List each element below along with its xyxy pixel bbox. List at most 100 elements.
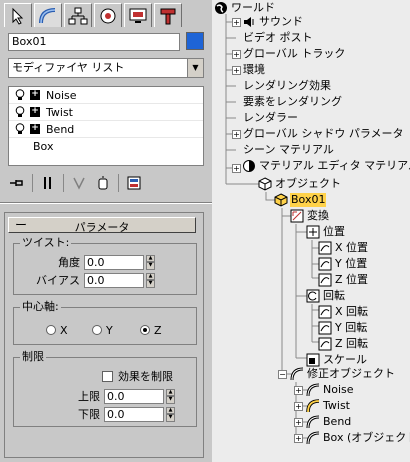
tree-node-x-position[interactable]: X 位置: [318, 240, 369, 256]
tree-node-render-elements[interactable]: 要素をレンダリング: [242, 94, 343, 110]
tree-node-bend[interactable]: Bend: [306, 414, 352, 430]
tree-node-environment[interactable]: 環境: [242, 62, 266, 78]
parameters-rollout: ー パラメータ ツイスト: 角度 0.0 ▲ ▼ バイアス 0.0 ▲ ▼ 中心軸:…: [4, 212, 204, 458]
tree-node-objects[interactable]: オブジェクト: [258, 176, 342, 192]
angle-spinner[interactable]: ▲ ▼: [146, 254, 155, 270]
tree-node-transform[interactable]: 変換: [290, 208, 330, 224]
upper-limit-input[interactable]: 0.0: [104, 388, 164, 404]
modifier-arc-icon: [306, 415, 320, 429]
tree-node-z-rotation[interactable]: Z 回転: [318, 336, 369, 352]
tab-modify[interactable]: [34, 3, 62, 27]
box-object-icon: [274, 193, 288, 207]
radio-x[interactable]: [46, 325, 56, 335]
expand-noise[interactable]: +: [294, 386, 303, 395]
tree-node-rotation[interactable]: 回転: [306, 288, 346, 304]
expand-environment[interactable]: +: [232, 66, 241, 75]
tree-node-scene-materials[interactable]: シーン マテリアル: [242, 142, 335, 158]
bias-spinner[interactable]: ▲ ▼: [146, 272, 155, 288]
rotation-icon: [306, 289, 320, 303]
axis-y-option[interactable]: Y: [92, 322, 113, 338]
configure-modifier-sets-icon[interactable]: [125, 174, 143, 192]
stack-item-bend[interactable]: + Bend: [9, 121, 203, 138]
tree-node-medit-materials[interactable]: マテリアル エディタ マテリアル: [242, 158, 410, 174]
tree-node-y-position[interactable]: Y 位置: [318, 256, 368, 272]
lower-limit-spinner[interactable]: ▲ ▼: [166, 406, 175, 422]
pin-stack-icon[interactable]: [8, 174, 26, 192]
limit-effect-option[interactable]: 効果を制限: [102, 368, 173, 384]
radio-y[interactable]: [92, 325, 102, 335]
tree-node-box-object[interactable]: Box (オブジェクト): [306, 430, 410, 446]
stack-item-base[interactable]: Box: [9, 138, 203, 156]
modifier-list-dropdown[interactable]: モディファイヤ リスト ▼: [8, 58, 204, 78]
lightbulb-icon[interactable]: [15, 123, 25, 135]
lower-limit-input[interactable]: 0.0: [104, 406, 164, 422]
toolbar-divider: [63, 174, 64, 192]
lightbulb-icon[interactable]: [15, 89, 25, 101]
expand-twist[interactable]: +: [294, 402, 303, 411]
tree-node-position[interactable]: 位置: [306, 224, 346, 240]
axis-z-option[interactable]: Z: [140, 322, 162, 338]
limits-group: 制限 効果を制限 上限 0.0 ▲ ▼ 下限 0.0 ▲ ▼: [13, 351, 197, 427]
tab-create[interactable]: [4, 3, 32, 27]
tree-node-sound[interactable]: サウンド: [242, 14, 304, 30]
globe-icon: [214, 1, 228, 15]
expand-plus-icon[interactable]: +: [30, 107, 40, 117]
tab-motion[interactable]: [94, 3, 122, 27]
tree-node-global-shadow[interactable]: グローバル シャドウ パラメータ: [242, 126, 405, 142]
tree-node-render-effects[interactable]: レンダリング効果: [242, 78, 332, 94]
angle-row: 角度 0.0 ▲ ▼: [18, 254, 155, 270]
tree-node-y-rotation[interactable]: Y 回転: [318, 320, 368, 336]
tree-node-z-position[interactable]: Z 位置: [318, 272, 369, 288]
angle-label: 角度: [58, 256, 80, 269]
tree-node-box01[interactable]: Box01: [274, 192, 327, 208]
tab-hierarchy[interactable]: [64, 3, 92, 27]
toolbar-divider: [32, 174, 33, 192]
expand-plus-icon[interactable]: +: [30, 90, 40, 100]
chevron-down-icon[interactable]: ▼: [187, 59, 203, 77]
limit-effect-checkbox[interactable]: [102, 370, 113, 382]
tab-display[interactable]: [124, 3, 152, 27]
axis-z-label: Z: [154, 323, 162, 337]
lower-limit-label: 下限: [78, 408, 100, 421]
axis-group-label: 中心軸:: [20, 300, 61, 313]
upper-limit-spinner[interactable]: ▲ ▼: [166, 388, 175, 404]
expand-box-object[interactable]: +: [294, 434, 303, 443]
remove-modifier-icon[interactable]: [94, 174, 112, 192]
object-color-swatch[interactable]: [186, 32, 204, 50]
tab-utilities[interactable]: [154, 3, 182, 27]
stack-item-noise[interactable]: + Noise: [9, 87, 203, 104]
object-cube-icon: [258, 177, 272, 191]
curve-track-icon: [318, 257, 332, 271]
panel-divider: [0, 202, 212, 204]
command-panel-tabs: [4, 3, 184, 27]
angle-input[interactable]: 0.0: [84, 254, 144, 270]
expand-global-tracks[interactable]: +: [232, 50, 241, 59]
tree-node-twist[interactable]: Twist: [306, 398, 351, 414]
make-unique-icon[interactable]: [70, 174, 88, 192]
expand-bend[interactable]: +: [294, 418, 303, 427]
expand-global-shadow[interactable]: +: [232, 130, 241, 139]
lightbulb-icon[interactable]: [15, 106, 25, 118]
expand-medit-materials[interactable]: +: [232, 164, 241, 173]
axis-x-option[interactable]: X: [46, 322, 68, 338]
axis-x-label: X: [60, 323, 68, 337]
collapse-modified-object[interactable]: −: [278, 370, 287, 379]
tree-node-renderer[interactable]: レンダラー: [242, 110, 299, 126]
tree-node-video-post[interactable]: ビデオ ポスト: [242, 30, 314, 46]
show-end-result-icon[interactable]: [39, 174, 57, 192]
tree-node-x-rotation[interactable]: X 回転: [318, 304, 369, 320]
axis-group: 中心軸: X Y Z: [13, 301, 197, 345]
bias-input[interactable]: 0.0: [84, 272, 144, 288]
tree-node-modified-object[interactable]: 修正オブジェクト: [290, 366, 396, 382]
hierarchy-icon: [68, 7, 88, 24]
tree-node-noise[interactable]: Noise: [306, 382, 355, 398]
radio-z[interactable]: [140, 325, 150, 335]
curve-track-icon: [318, 273, 332, 287]
twist-group-label: ツイスト:: [20, 236, 72, 249]
stack-item-twist[interactable]: + Twist: [9, 104, 203, 121]
expand-sound[interactable]: +: [232, 18, 241, 27]
object-name-field[interactable]: Box01: [8, 33, 180, 51]
rollout-header[interactable]: ー パラメータ: [8, 217, 196, 234]
tree-node-global-tracks[interactable]: グローバル トラック: [242, 46, 346, 62]
expand-plus-icon[interactable]: +: [30, 124, 40, 134]
